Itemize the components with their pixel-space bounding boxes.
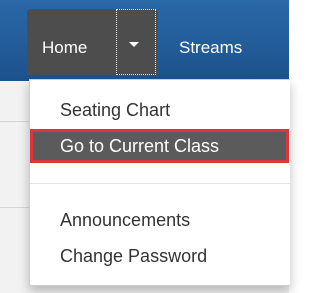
- caret-down-icon: [129, 42, 139, 47]
- home-dropdown-menu: Seating Chart Go to Current Class Announ…: [29, 79, 290, 286]
- menu-divider: [30, 183, 290, 184]
- menu-item-change-password[interactable]: Change Password: [30, 238, 290, 274]
- menu-item-label: Seating Chart: [60, 100, 171, 120]
- menu-item-seating-chart[interactable]: Seating Chart: [30, 92, 290, 128]
- menu-item-go-to-current-class[interactable]: Go to Current Class: [30, 129, 289, 163]
- top-navbar: Home Streams: [0, 0, 289, 81]
- menu-item-announcements[interactable]: Announcements: [30, 202, 290, 238]
- menu-item-label: Announcements: [60, 210, 191, 230]
- home-button[interactable]: Home: [42, 38, 87, 58]
- menu-item-label: Change Password: [60, 246, 208, 266]
- streams-button[interactable]: Streams: [179, 38, 242, 58]
- menu-item-label: Go to Current Class: [60, 136, 220, 156]
- home-dropdown-toggle[interactable]: [116, 9, 156, 75]
